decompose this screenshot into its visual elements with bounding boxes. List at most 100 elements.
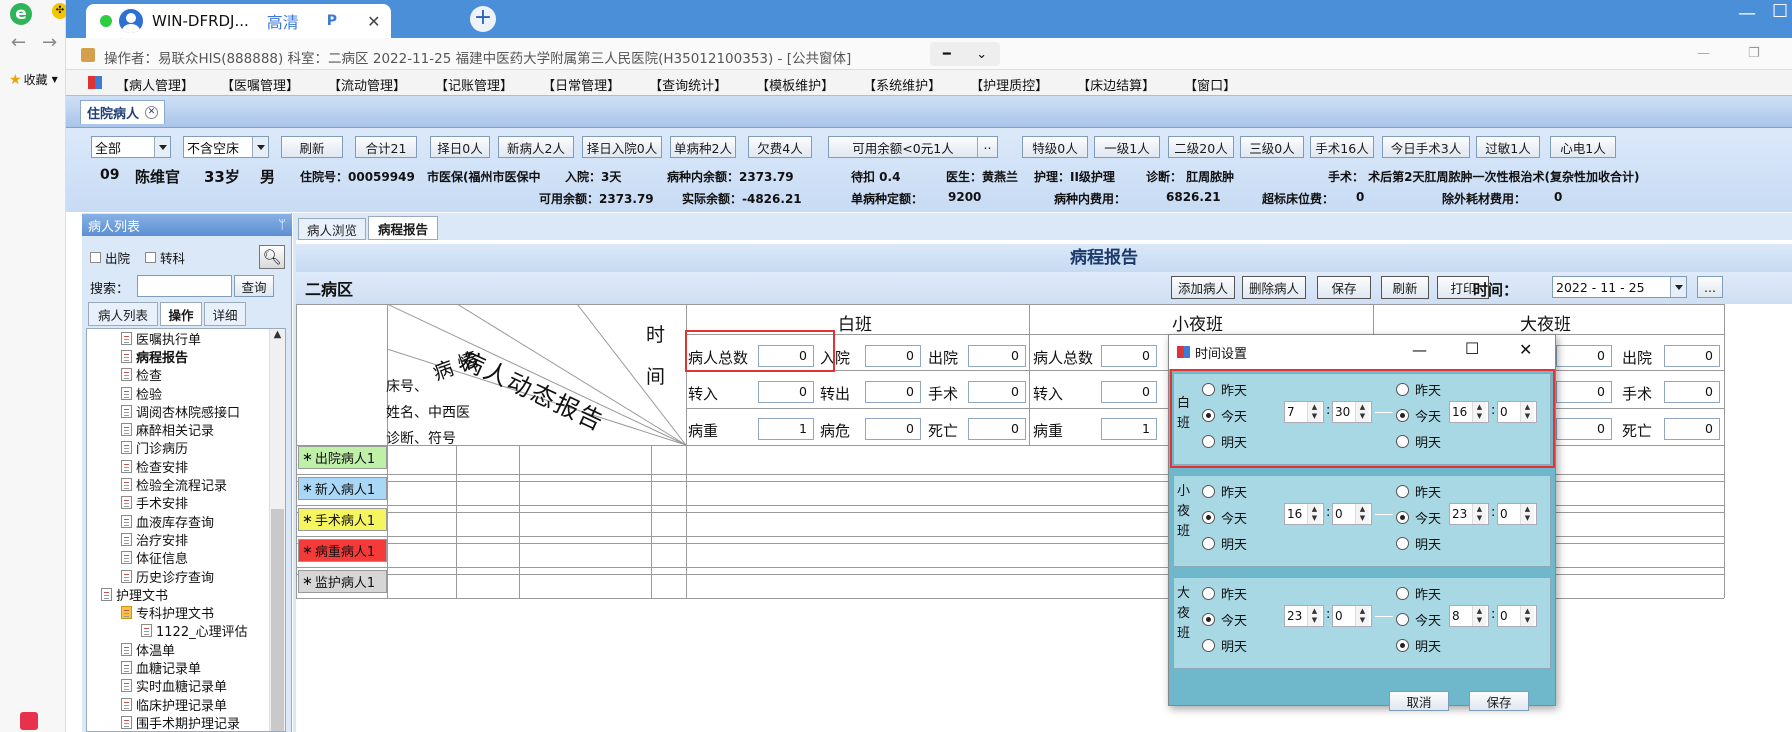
stat-input[interactable]: 0 <box>968 345 1026 367</box>
toolbar-button[interactable]: 心电1人 <box>1550 136 1616 158</box>
collapse-icon[interactable]: ━ <box>943 47 951 62</box>
minute-spinner[interactable]: 0 ▲ ▼ <box>1332 503 1372 525</box>
report-action-button[interactable]: 删除病人 <box>1242 276 1306 299</box>
pin-icon[interactable]: ᛘ <box>278 218 286 233</box>
dialog-close-icon[interactable]: ✕ <box>1519 340 1532 359</box>
menu-item[interactable]: 【查询统计】 <box>649 75 727 94</box>
stat-input[interactable]: 0 <box>1556 345 1612 367</box>
day-radio-to[interactable]: 昨天 <box>1396 380 1441 399</box>
tree-item[interactable]: 手术安排 <box>87 494 269 512</box>
menu-item[interactable]: 【流动管理】 <box>328 75 406 94</box>
tree-item[interactable]: 血糖记录单 <box>87 658 269 677</box>
app-restore-icon[interactable]: ❐ <box>1748 46 1760 61</box>
menu-item[interactable]: 【医嘱管理】 <box>221 75 299 94</box>
stat-input[interactable]: 1 <box>758 418 814 440</box>
report-action-button[interactable]: 刷新 <box>1381 276 1429 299</box>
stat-input[interactable]: 0 <box>865 381 921 403</box>
tree-item[interactable]: 检查 <box>87 366 269 384</box>
day-radio-to[interactable]: 今天 <box>1396 508 1441 527</box>
toolbar-button[interactable]: 二级20人 <box>1168 136 1234 158</box>
tree-item[interactable]: 调阅杏林院感接口 <box>87 402 269 421</box>
day-radio-to[interactable]: 今天 <box>1396 406 1441 425</box>
day-radio-from[interactable]: 昨天 <box>1202 584 1247 603</box>
toolbar-button[interactable]: 特级0人 <box>1022 136 1088 158</box>
hour-spinner[interactable]: 16 ▲ ▼ <box>1449 401 1489 423</box>
menu-item[interactable]: 【护理质控】 <box>970 75 1048 94</box>
stat-input[interactable]: 0 <box>1664 418 1720 440</box>
browser-logo-icon[interactable]: e <box>10 3 32 25</box>
day-radio-from[interactable]: 明天 <box>1202 636 1247 655</box>
toolbar-button[interactable]: 一级1人 <box>1094 136 1160 158</box>
filter-select-all[interactable]: 全部 <box>91 136 171 158</box>
day-radio-to[interactable]: 明天 <box>1396 636 1441 655</box>
favorites-button[interactable]: ★ 收藏 ▼ <box>9 71 58 88</box>
report-action-button[interactable]: 添加病人 <box>1171 276 1235 299</box>
tree-item[interactable]: 护理文书 <box>87 585 269 604</box>
dialog-minimize-icon[interactable]: — <box>1412 341 1427 359</box>
toolbar-button[interactable]: 新病人2人 <box>498 136 574 158</box>
chevron-down-icon[interactable]: ⌄ <box>976 47 987 62</box>
scroll-thumb[interactable] <box>271 509 284 731</box>
forward-icon[interactable]: → <box>42 32 57 53</box>
day-radio-from[interactable]: 明天 <box>1202 432 1247 451</box>
avail-balance-more-button[interactable]: .. <box>977 137 997 157</box>
date-picker[interactable]: 2022 - 11 - 25 <box>1552 276 1687 298</box>
menu-item[interactable]: 【模板维护】 <box>756 75 834 94</box>
transfer-checkbox[interactable]: 转科 <box>145 248 185 267</box>
patient-category-row[interactable]: ∗ 监护病人1 <box>298 570 387 593</box>
day-radio-to[interactable]: 明天 <box>1396 534 1441 553</box>
day-radio-to[interactable]: 今天 <box>1396 610 1441 629</box>
tree-item[interactable]: 门诊病历 <box>87 439 269 457</box>
toolbar-button[interactable]: 欠费4人 <box>748 136 812 158</box>
dialog-cancel-button[interactable]: 取消 <box>1389 691 1449 711</box>
tree-item[interactable]: 专科护理文书 <box>87 603 269 622</box>
new-tab-button[interactable]: + <box>470 6 496 32</box>
day-radio-to[interactable]: 昨天 <box>1396 482 1441 501</box>
menu-item[interactable]: 【记账管理】 <box>435 75 513 94</box>
day-radio-from[interactable]: 今天 <box>1202 406 1247 425</box>
hour-spinner[interactable]: 23 ▲ ▼ <box>1284 605 1324 627</box>
hour-spinner[interactable]: 8 ▲ ▼ <box>1449 605 1489 627</box>
left-tab[interactable]: 病人列表 <box>88 302 158 326</box>
day-radio-to[interactable]: 昨天 <box>1396 584 1441 603</box>
search-icon[interactable]: 🔍︎ <box>259 245 285 269</box>
patient-category-row[interactable]: ∗ 手术病人1 <box>298 508 387 531</box>
stat-input[interactable]: 0 <box>1664 345 1720 367</box>
tree-item[interactable]: 体温单 <box>87 640 269 659</box>
left-tab[interactable]: 操作 <box>160 302 202 326</box>
tree-item[interactable]: 实时血糖记录单 <box>87 677 269 695</box>
menu-item[interactable]: 【日常管理】 <box>542 75 620 94</box>
minute-spinner[interactable]: 30 ▲ ▼ <box>1332 401 1372 423</box>
stat-input[interactable]: 0 <box>758 381 814 403</box>
report-action-button[interactable]: 保存 <box>1317 276 1371 299</box>
left-tab[interactable]: 详细 <box>204 302 246 326</box>
stat-input[interactable]: 0 <box>865 418 921 440</box>
patient-category-row[interactable]: ∗ 新入病人1 <box>298 477 387 500</box>
tree-scrollbar[interactable]: ▲ <box>269 329 285 731</box>
menu-item[interactable]: 【系统维护】 <box>863 75 941 94</box>
minute-spinner[interactable]: 0 ▲ ▼ <box>1497 401 1537 423</box>
menu-item[interactable]: 【病人管理】 <box>116 75 194 94</box>
hour-spinner[interactable]: 23 ▲ ▼ <box>1449 503 1489 525</box>
tree-item[interactable]: 检验 <box>87 384 269 403</box>
day-radio-from[interactable]: 今天 <box>1202 610 1247 629</box>
tree-item[interactable]: 历史诊疗查询 <box>87 567 269 586</box>
minute-spinner[interactable]: 0 ▲ ▼ <box>1332 605 1372 627</box>
toolbar-button[interactable]: 手术16人 <box>1310 136 1374 158</box>
day-radio-from[interactable]: 今天 <box>1202 508 1247 527</box>
stat-input[interactable]: 0 <box>1556 381 1612 403</box>
patient-category-row[interactable]: ∗ 出院病人1 <box>298 446 387 469</box>
stat-input[interactable]: 0 <box>1664 381 1720 403</box>
close-icon[interactable]: ✕ <box>145 106 159 119</box>
stat-input[interactable]: 0 <box>968 418 1026 440</box>
more-button[interactable]: ... <box>1697 276 1723 298</box>
toolbar-button[interactable]: 择日入院0人 <box>582 136 662 158</box>
day-radio-from[interactable]: 昨天 <box>1202 482 1247 501</box>
minute-spinner[interactable]: 0 ▲ ▼ <box>1497 605 1537 627</box>
patient-category-row[interactable]: ∗ 病重病人1 <box>298 539 387 562</box>
stat-input[interactable]: 0 <box>968 381 1026 403</box>
discharge-checkbox[interactable]: 出院 <box>90 248 130 267</box>
tab-patient-browse[interactable]: 病人浏览 <box>298 218 366 240</box>
toolbar-button[interactable]: 单病种2人 <box>670 136 736 158</box>
browser-restore-icon[interactable]: ☐ <box>1772 1 1788 22</box>
